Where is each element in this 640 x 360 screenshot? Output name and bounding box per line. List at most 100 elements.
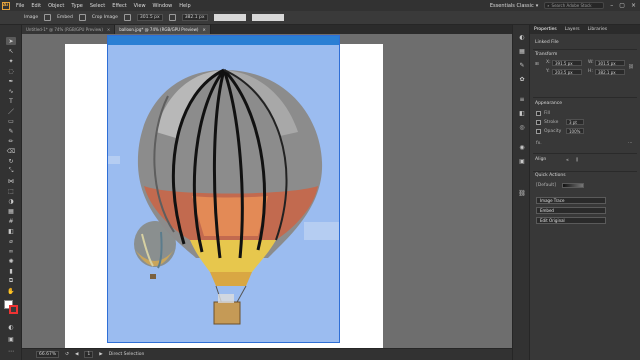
symbols-panel-icon[interactable]: ✿	[518, 75, 526, 83]
preset-preview	[562, 183, 584, 188]
more-options-icon[interactable]: ⋯	[628, 141, 633, 146]
image-trace-button[interactable]: Image Trace	[536, 197, 606, 204]
h-field[interactable]: 382.1 px	[595, 69, 625, 75]
eraser-tool-icon[interactable]: ⌫	[6, 147, 16, 155]
control-h-field[interactable]: 382.1 px	[181, 14, 208, 21]
perspective-grid-tool-icon[interactable]: ▦	[6, 207, 16, 215]
line-tool-icon[interactable]: ／	[6, 107, 16, 116]
edit-original-button[interactable]: Edit Original	[536, 217, 606, 224]
align-label: Align	[535, 157, 547, 162]
crop-icon[interactable]	[78, 14, 86, 21]
fx-icon[interactable]: fx.	[536, 141, 542, 146]
prev-artboard-icon[interactable]: ◀	[75, 352, 78, 357]
tab-close-icon[interactable]: ×	[202, 27, 205, 32]
control-w-field[interactable]: 301.5 px	[136, 14, 163, 21]
menu-file[interactable]: File	[16, 3, 24, 9]
direct-selection-tool-icon[interactable]: ↖	[6, 47, 16, 55]
opacity-icon[interactable]	[123, 14, 131, 21]
blend-tool-icon[interactable]: ∞	[6, 247, 16, 255]
graphic-styles-panel-icon[interactable]: ▣	[518, 157, 526, 165]
column-graph-tool-icon[interactable]: ▮	[6, 267, 16, 275]
menu-edit[interactable]: Edit	[31, 3, 41, 9]
edit-toolbar-icon[interactable]: ⋯	[6, 347, 16, 355]
opacity-field[interactable]: 100%	[566, 128, 584, 134]
menu-select[interactable]: Select	[90, 3, 105, 9]
menu-object[interactable]: Object	[48, 3, 64, 9]
width-tool-icon[interactable]: ⋈	[6, 177, 16, 185]
mesh-tool-icon[interactable]: #	[6, 217, 16, 225]
artboard-number-field[interactable]: 1	[84, 351, 94, 358]
embed-control-button[interactable]: Embed	[57, 15, 73, 20]
pencil-tool-icon[interactable]: ✏	[6, 137, 16, 145]
transparency-panel-icon[interactable]: ◎	[518, 123, 526, 131]
maximize-button[interactable]: ▢	[619, 2, 625, 9]
reference-point-icon[interactable]: ⊞	[535, 62, 539, 67]
divider	[533, 97, 637, 98]
align-left-icon[interactable]: ⫷	[566, 157, 569, 163]
x-field[interactable]: 391.5 px	[552, 60, 582, 66]
link-icon[interactable]	[44, 14, 52, 21]
menu-effect[interactable]: Effect	[112, 3, 126, 9]
zoom-field[interactable]: 66.67%	[36, 351, 60, 358]
tab-properties[interactable]: Properties	[534, 27, 557, 32]
main-balloon	[137, 68, 323, 325]
tab-document-2[interactable]: balloon.jpg* @ 74% (RGB/GPU Preview) ×	[115, 25, 211, 34]
stock-search-input[interactable]: ⌕ Search Adobe Stock	[544, 2, 605, 9]
draw-mode-icon[interactable]: ◐	[6, 323, 16, 331]
appearance-panel-icon[interactable]: ◉	[518, 143, 526, 151]
minimize-button[interactable]: –	[610, 2, 613, 9]
type-tool-icon[interactable]: T	[6, 97, 16, 105]
artboard-tool-icon[interactable]: ⧉	[6, 277, 16, 285]
selection-tool-icon[interactable]: ➤	[6, 37, 16, 45]
menu-help[interactable]: Help	[179, 3, 190, 9]
links-panel-icon[interactable]: ⛓	[518, 189, 526, 197]
next-artboard-icon[interactable]: ▶	[99, 352, 102, 357]
free-transform-tool-icon[interactable]: ⬚	[6, 187, 16, 195]
tab-close-icon[interactable]: ×	[107, 27, 110, 32]
symbol-sprayer-tool-icon[interactable]: ✺	[6, 257, 16, 265]
menu-view[interactable]: View	[134, 3, 146, 9]
canvas-area[interactable]	[22, 34, 512, 348]
rotate-view-icon[interactable]: ↺	[65, 352, 69, 357]
close-window-button[interactable]: ×	[631, 2, 636, 9]
y-field[interactable]: 203.5 px	[552, 69, 582, 75]
tab-layers[interactable]: Layers	[565, 27, 580, 32]
menu-window[interactable]: Window	[153, 3, 173, 9]
crop-image-button[interactable]: Crop Image	[92, 15, 118, 20]
stroke-swatch-icon[interactable]	[536, 120, 541, 125]
app-logo-icon[interactable]: Ai	[0, 0, 11, 11]
shape-builder-tool-icon[interactable]: ◑	[6, 197, 16, 205]
stroke-panel-icon[interactable]: ≡	[518, 95, 526, 103]
w-field[interactable]: 301.5 px	[595, 60, 625, 66]
fill-swatch-icon[interactable]	[536, 111, 541, 116]
scale-tool-icon[interactable]: ⤡	[6, 167, 16, 175]
menu-type[interactable]: Type	[71, 3, 82, 9]
stroke-swatch[interactable]	[9, 305, 18, 314]
magic-wand-tool-icon[interactable]: ✦	[6, 57, 16, 65]
tab-document-1[interactable]: Untitled-1* @ 74% (RGB/GPU Preview) ×	[22, 25, 116, 34]
workspace-switcher[interactable]: Essentials Classic ▾	[490, 3, 538, 9]
illustrator-window: Ai File Edit Object Type Select Effect V…	[0, 0, 640, 360]
rotate-tool-icon[interactable]: ↻	[6, 157, 16, 165]
lasso-tool-icon[interactable]: ◌	[6, 67, 16, 75]
constrain-proportions-icon[interactable]: ⛓	[628, 65, 634, 70]
balloon-image[interactable]	[107, 35, 340, 343]
swatches-panel-icon[interactable]: ▦	[518, 47, 526, 55]
gradient-tool-icon[interactable]: ◧	[6, 227, 16, 235]
embed-button[interactable]: Embed	[536, 207, 606, 214]
hand-tool-icon[interactable]: ✋	[6, 287, 16, 295]
opacity-icon[interactable]	[536, 129, 541, 134]
constrain-icon[interactable]	[168, 14, 176, 21]
color-panel-icon[interactable]: ◐	[518, 33, 526, 41]
gradient-panel-icon[interactable]: ◧	[518, 109, 526, 117]
align-center-icon[interactable]: ⫼	[576, 157, 578, 163]
brushes-panel-icon[interactable]: ✎	[518, 61, 526, 69]
tab-libraries[interactable]: Libraries	[588, 27, 607, 32]
screen-mode-icon[interactable]: ▣	[6, 335, 16, 343]
pen-tool-icon[interactable]: ✒	[6, 77, 16, 85]
curvature-tool-icon[interactable]: ∿	[6, 87, 16, 95]
eyedropper-tool-icon[interactable]: ⌀	[6, 237, 16, 245]
paintbrush-tool-icon[interactable]: ✎	[6, 127, 16, 135]
rectangle-tool-icon[interactable]: ▭	[6, 117, 16, 125]
stroke-weight-field[interactable]: 3 pt	[566, 119, 584, 125]
